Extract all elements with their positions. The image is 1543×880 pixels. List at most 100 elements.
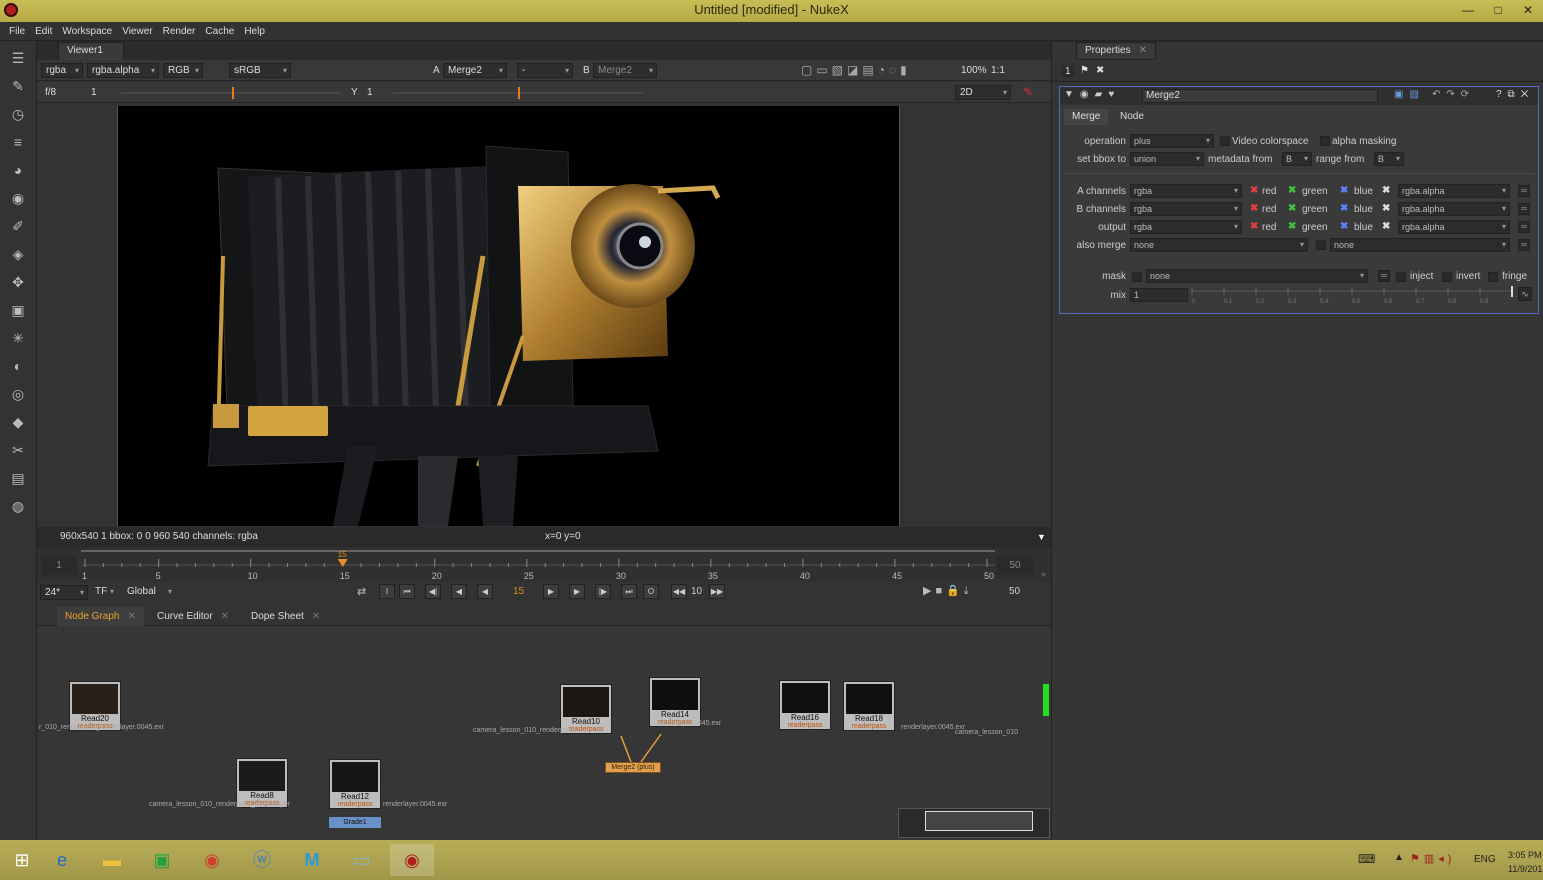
mask-select[interactable]: none	[1146, 269, 1368, 283]
particles-tools-icon[interactable]: ✳	[9, 329, 27, 347]
app-w-icon[interactable]: ⓦ	[240, 844, 284, 876]
timeline-start[interactable]: 1	[41, 557, 77, 575]
close-tab-icon[interactable]: ✕	[127, 611, 135, 622]
play-backward-button[interactable]: ◀	[477, 584, 493, 599]
tray-icons[interactable]: ⚑▥◂)	[1410, 852, 1455, 865]
display-mode-select[interactable]: RGB	[163, 63, 203, 78]
close-button[interactable]: ✕	[1513, 0, 1543, 20]
a-green-checkbox[interactable]: ✖	[1288, 185, 1296, 196]
tf-select[interactable]: TF	[91, 585, 117, 600]
close-tab-icon[interactable]: ✕	[312, 611, 320, 622]
menu-help[interactable]: Help	[239, 22, 270, 41]
timeline-end[interactable]: 50	[997, 557, 1033, 575]
maximize-button[interactable]: □	[1483, 0, 1513, 20]
views-tools-icon[interactable]: ◎	[9, 385, 27, 403]
view-mode-select[interactable]: 2D	[955, 85, 1011, 100]
transform-tools-icon[interactable]: ✥	[9, 273, 27, 291]
toolsets-icon[interactable]: ✂	[9, 441, 27, 459]
output-select[interactable]: rgba	[1130, 220, 1242, 234]
in-point-button[interactable]: I	[379, 584, 395, 599]
inject-checkbox[interactable]	[1396, 272, 1406, 282]
mix-input[interactable]: 1	[1130, 288, 1188, 302]
out-alpha-checkbox[interactable]: ✖	[1382, 221, 1390, 232]
ratio-value[interactable]: 1:1	[991, 65, 1005, 76]
read16-node[interactable]: Read16 readerpass	[779, 680, 831, 730]
tab-curve-editor[interactable]: Curve Editor ✕	[149, 607, 237, 626]
timeline-menu-icon[interactable]: »	[1041, 569, 1046, 579]
gamma-slider[interactable]	[393, 85, 643, 101]
paint-icon[interactable]: ✎	[1023, 85, 1033, 99]
scope-select[interactable]: Global	[123, 585, 175, 600]
last-frame-button[interactable]: ⏭	[621, 584, 637, 599]
b-alpha-checkbox[interactable]: ✖	[1382, 203, 1390, 214]
play-forward-button[interactable]: ▶	[543, 584, 559, 599]
bbox-select[interactable]: union	[1130, 152, 1204, 166]
tab-dope-sheet[interactable]: Dope Sheet ✕	[243, 607, 328, 626]
image-tools-icon[interactable]: ☰	[9, 49, 27, 67]
clear-panels-icon[interactable]: ✖	[1096, 65, 1104, 76]
merge-tools-icon[interactable]: ◈	[9, 245, 27, 263]
node-color-icons[interactable]: ▣▨	[1394, 89, 1425, 100]
fps-select[interactable]: 24*	[40, 585, 88, 600]
compare-mode-select[interactable]: -	[517, 63, 573, 78]
nuke-taskbar-icon[interactable]: ◉	[390, 844, 434, 876]
viewer-canvas[interactable]	[117, 106, 900, 526]
out-red-checkbox[interactable]: ✖	[1250, 221, 1258, 232]
merge2-node[interactable]: Merge2 (plus)	[605, 762, 661, 773]
mask-link-icon[interactable]: ═	[1378, 270, 1390, 282]
gamma-value[interactable]: 1	[367, 87, 373, 98]
fstop-label[interactable]: f/8	[45, 87, 56, 98]
b-channels-select[interactable]: rgba	[1130, 202, 1242, 216]
read12-node[interactable]: Read12 readerpass	[329, 759, 381, 809]
lut-select[interactable]: sRGB	[229, 63, 291, 78]
tab-merge[interactable]: Merge	[1064, 109, 1109, 125]
metadata-select[interactable]: B	[1282, 152, 1312, 166]
channel-tools-icon[interactable]: ≡	[9, 133, 27, 151]
b-green-checkbox[interactable]: ✖	[1288, 203, 1296, 214]
chrome-icon[interactable]: ◉	[190, 844, 234, 876]
prev-frame-button[interactable]: ◀	[451, 584, 467, 599]
tab-node-graph[interactable]: Node Graph ✕	[57, 607, 144, 626]
loop-mode-icon[interactable]: ⇄	[357, 585, 366, 598]
flipbook-icons[interactable]: ▶■🔒⤓	[923, 584, 973, 598]
a-channels-link-icon[interactable]: ═	[1518, 185, 1530, 197]
alpha-masking-checkbox[interactable]	[1320, 136, 1330, 146]
draw-tools-icon[interactable]: ✎	[9, 77, 27, 95]
tray-expand-icon[interactable]: ▲	[1394, 852, 1404, 863]
tab-properties[interactable]: Properties ✕	[1076, 42, 1156, 60]
a-alpha-checkbox[interactable]: ✖	[1382, 185, 1390, 196]
mix-animation-icon[interactable]: ∿	[1518, 287, 1532, 301]
gain-slider[interactable]	[121, 85, 341, 101]
step-back-button[interactable]: ◀◀	[671, 584, 687, 599]
menu-cache[interactable]: Cache	[200, 22, 239, 41]
info-expand-icon[interactable]: ▼	[1037, 527, 1046, 547]
maya-icon[interactable]: M	[290, 844, 334, 876]
also-merge-select-2[interactable]: none	[1330, 238, 1510, 252]
timeline-ruler[interactable]: 1 5 10 15 20 25 30 35 40 45 50 15	[81, 547, 995, 585]
input-a-select[interactable]: Merge2	[443, 63, 507, 78]
close-tab-icon[interactable]: ✕	[221, 611, 229, 622]
undo-redo-icons[interactable]: ↶↷⟳	[1432, 89, 1475, 100]
gain-value[interactable]: 1	[91, 87, 97, 98]
pin-icon[interactable]: ⚑	[1080, 65, 1089, 76]
deep-tools-icon[interactable]: ◐	[9, 357, 27, 375]
mix-slider[interactable]: 0 0.1 0.2 0.3 0.4 0.5 0.6 0.7 0.8 0.9	[1190, 285, 1514, 305]
other-tools-icon[interactable]: ▤	[9, 469, 27, 487]
zoom-value[interactable]: 100%	[961, 65, 987, 76]
node-name-field[interactable]: Merge2	[1142, 89, 1378, 103]
channels-select[interactable]: rgba	[41, 63, 83, 78]
prev-keyframe-button[interactable]: ◀|	[425, 584, 441, 599]
color-tools-icon[interactable]: ◕	[9, 161, 27, 179]
out-point-button[interactable]: O	[643, 584, 659, 599]
out-green-checkbox[interactable]: ✖	[1288, 221, 1296, 232]
current-frame[interactable]: 15	[513, 586, 524, 597]
output-link-icon[interactable]: ═	[1518, 221, 1530, 233]
time-tools-icon[interactable]: ◷	[9, 105, 27, 123]
3d-tools-icon[interactable]: ▣	[9, 301, 27, 319]
windows-start-icon[interactable]: ⊞	[0, 844, 44, 876]
a-channels-select[interactable]: rgba	[1130, 184, 1242, 198]
close-tab-icon[interactable]: ✕	[1139, 45, 1147, 56]
node-graph-canvas[interactable]: Read20 readerpass r_010_renderpass_rende…	[37, 626, 1051, 840]
file-explorer-icon[interactable]: ▬	[90, 844, 134, 876]
frame-step[interactable]: 10	[691, 586, 702, 597]
